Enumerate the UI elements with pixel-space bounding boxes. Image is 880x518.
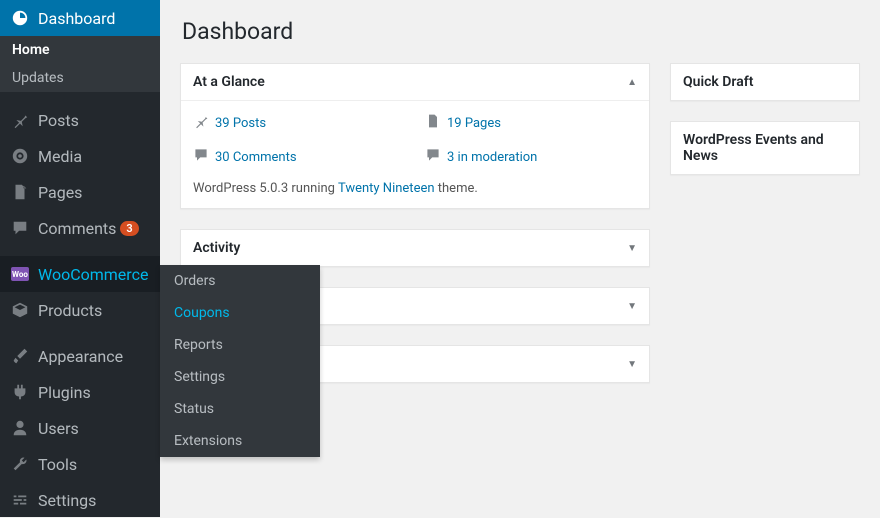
menu-label: Media: [38, 147, 82, 166]
menu-posts[interactable]: Posts: [0, 102, 160, 138]
menu-label: Users: [38, 419, 79, 438]
version-line: WordPress 5.0.3 running Twenty Nineteen …: [193, 181, 637, 196]
pin-icon: [193, 113, 209, 133]
menu-woocommerce[interactable]: Woo WooCommerce: [0, 256, 160, 292]
flyout-extensions[interactable]: Extensions: [160, 425, 320, 457]
menu-appearance[interactable]: Appearance: [0, 338, 160, 374]
menu-users[interactable]: Users: [0, 410, 160, 446]
brush-icon: [10, 346, 30, 366]
woocommerce-flyout: Orders Coupons Reports Settings Status E…: [160, 265, 320, 457]
products-icon: [10, 300, 30, 320]
menu-label: Settings: [38, 491, 96, 510]
glance-pages[interactable]: 19 Pages: [425, 113, 637, 133]
plugin-icon: [10, 382, 30, 402]
glance-box: At a Glance ▲ 39 Posts 19 Pages: [180, 63, 650, 209]
quickdraft-header[interactable]: Quick Draft: [671, 64, 859, 100]
menu-label: Products: [38, 301, 102, 320]
theme-link[interactable]: Twenty Nineteen: [338, 181, 435, 196]
glance-moderation[interactable]: 3 in moderation: [425, 147, 637, 167]
glance-pages-text: 19 Pages: [447, 116, 501, 131]
menu-products[interactable]: Products: [0, 292, 160, 328]
chevron-down-icon[interactable]: ▼: [627, 243, 637, 254]
chevron-down-icon[interactable]: ▼: [627, 301, 637, 312]
glance-moderation-text: 3 in moderation: [447, 150, 537, 165]
quickdraft-title: Quick Draft: [683, 74, 753, 90]
pages-icon: [425, 113, 441, 133]
flyout-settings[interactable]: Settings: [160, 361, 320, 393]
comment-icon: [193, 147, 209, 167]
events-title: WordPress Events and News: [683, 132, 847, 164]
glance-comments-text: 30 Comments: [215, 150, 297, 165]
menu-dashboard[interactable]: Dashboard: [0, 0, 160, 36]
media-icon: [10, 146, 30, 166]
flyout-status[interactable]: Status: [160, 393, 320, 425]
dashboard-icon: [10, 8, 30, 28]
glance-comments[interactable]: 30 Comments: [193, 147, 405, 167]
chevron-down-icon[interactable]: ▼: [627, 359, 637, 370]
wrench-icon: [10, 454, 30, 474]
pin-icon: [10, 110, 30, 130]
activity-title: Activity: [193, 240, 240, 256]
activity-header[interactable]: Activity ▼: [181, 230, 649, 266]
submenu-dashboard: Home Updates: [0, 36, 160, 92]
woocommerce-icon: Woo: [10, 264, 30, 284]
submenu-home[interactable]: Home: [0, 36, 160, 64]
glance-header[interactable]: At a Glance ▲: [181, 64, 649, 101]
activity-box: Activity ▼: [180, 229, 650, 267]
menu-plugins[interactable]: Plugins: [0, 374, 160, 410]
pages-icon: [10, 182, 30, 202]
events-box: WordPress Events and News: [670, 121, 860, 175]
menu-label: Posts: [38, 111, 79, 130]
flyout-coupons[interactable]: Coupons: [160, 297, 320, 329]
events-header[interactable]: WordPress Events and News: [671, 122, 859, 174]
flyout-orders[interactable]: Orders: [160, 265, 320, 297]
menu-tools[interactable]: Tools: [0, 446, 160, 482]
quickdraft-box: Quick Draft: [670, 63, 860, 101]
glance-title: At a Glance: [193, 74, 265, 90]
glance-posts-text: 39 Posts: [215, 116, 266, 131]
menu-label: Comments: [38, 219, 116, 238]
menu-label: Appearance: [38, 347, 123, 366]
chevron-up-icon[interactable]: ▲: [627, 77, 637, 88]
comments-badge: 3: [120, 221, 138, 236]
menu-label: Dashboard: [38, 9, 115, 28]
menu-label: Pages: [38, 183, 82, 202]
user-icon: [10, 418, 30, 438]
glance-posts[interactable]: 39 Posts: [193, 113, 405, 133]
menu-media[interactable]: Media: [0, 138, 160, 174]
admin-sidebar: Dashboard Home Updates Posts Media Pages…: [0, 0, 160, 517]
flyout-reports[interactable]: Reports: [160, 329, 320, 361]
submenu-updates[interactable]: Updates: [0, 64, 160, 92]
menu-comments[interactable]: Comments 3: [0, 210, 160, 246]
sliders-icon: [10, 490, 30, 510]
menu-label: WooCommerce: [38, 265, 148, 284]
menu-label: Tools: [38, 455, 77, 474]
menu-settings[interactable]: Settings: [0, 482, 160, 518]
page-title: Dashboard: [182, 18, 860, 45]
menu-label: Plugins: [38, 383, 91, 402]
comment-mod-icon: [425, 147, 441, 167]
comment-icon: [10, 218, 30, 238]
menu-pages[interactable]: Pages: [0, 174, 160, 210]
